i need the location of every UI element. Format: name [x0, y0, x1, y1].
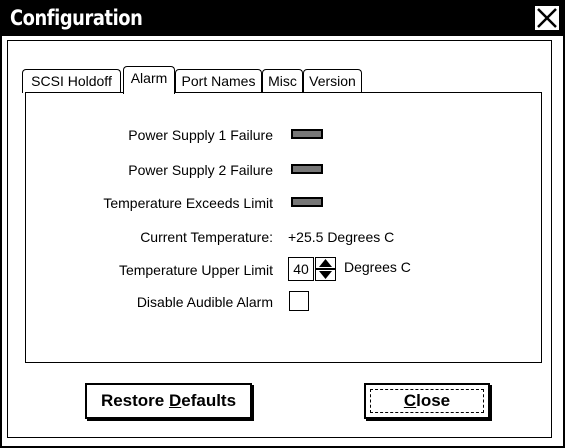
spin-down-icon[interactable] [319, 271, 332, 279]
ps2-failure-indicator [291, 164, 323, 174]
spin-up-icon[interactable] [319, 259, 332, 267]
spinner-divider [316, 268, 335, 270]
upper-limit-label: Temperature Upper Limit [118, 262, 273, 278]
alarm-panel [25, 92, 542, 363]
close-icon [537, 8, 557, 28]
restore-mnemonic: D [168, 391, 182, 410]
ps1-failure-indicator [291, 129, 323, 139]
upper-limit-spinner [315, 257, 336, 281]
window-title: Configuration [10, 6, 143, 30]
upper-limit-unit: Degrees C [344, 259, 411, 275]
restore-label-post: efaults [181, 391, 237, 410]
title-bar: Configuration [2, 2, 563, 36]
tab-port-names[interactable]: Port Names [175, 69, 262, 93]
disable-alarm-checkbox[interactable] [289, 291, 309, 311]
tab-misc[interactable]: Misc [262, 69, 303, 93]
upper-limit-input[interactable]: 40 [288, 257, 314, 281]
ps1-failure-label: Power Supply 1 Failure [128, 127, 273, 143]
close-window-button[interactable] [534, 5, 560, 31]
current-temp-value: +25.5 Degrees C [288, 229, 395, 245]
tab-alarm[interactable]: Alarm [123, 66, 175, 94]
focus-ring [370, 389, 484, 413]
temp-exceeds-indicator [291, 197, 323, 207]
close-button[interactable]: Close [364, 383, 490, 419]
restore-defaults-button[interactable]: Restore Defaults [85, 383, 252, 419]
current-temp-label: Current Temperature: [140, 229, 273, 245]
tab-scsi-holdoff[interactable]: SCSI Holdoff [22, 69, 121, 93]
disable-alarm-label: Disable Audible Alarm [136, 294, 273, 310]
restore-label-pre: Restore [100, 391, 169, 410]
tab-version[interactable]: Version [303, 69, 362, 93]
ps2-failure-label: Power Supply 2 Failure [128, 162, 273, 178]
temp-exceeds-label: Temperature Exceeds Limit [103, 195, 273, 211]
